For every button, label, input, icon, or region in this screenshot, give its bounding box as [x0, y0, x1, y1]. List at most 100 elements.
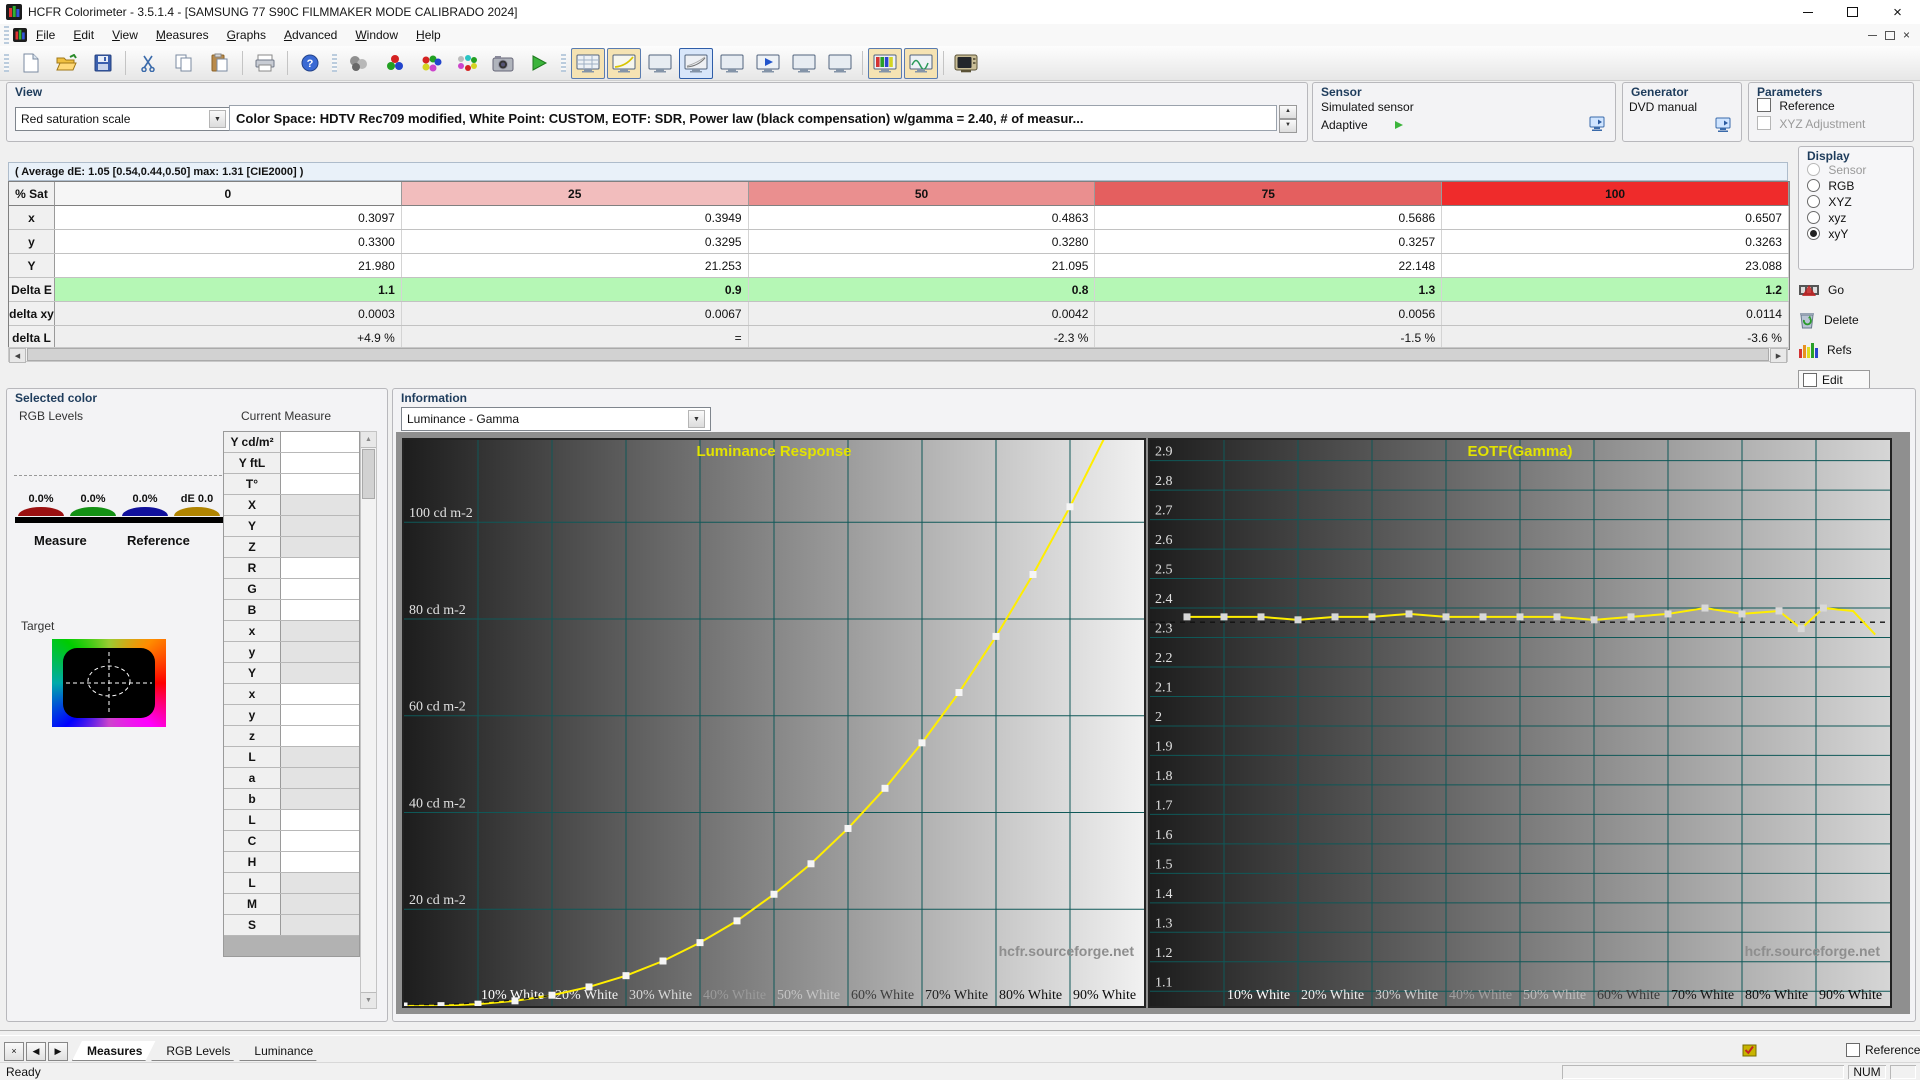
tab[interactable]: Measures: [72, 1041, 157, 1061]
next-tab-icon[interactable]: ▶: [48, 1041, 68, 1061]
menu-item[interactable]: Edit: [64, 25, 103, 45]
display-option[interactable]: xyz: [1807, 211, 1866, 227]
menu-item[interactable]: Window: [346, 25, 407, 45]
measure-row-value[interactable]: [281, 768, 359, 788]
measure-row-value[interactable]: [281, 600, 359, 620]
table-cell[interactable]: 1.3: [1095, 278, 1443, 301]
table-cell[interactable]: 0.3280: [749, 230, 1096, 253]
measure-row-value[interactable]: [281, 453, 359, 473]
table-cell[interactable]: -3.6 %: [1442, 326, 1789, 349]
minimize-button[interactable]: [1785, 0, 1830, 24]
column-header[interactable]: 0: [55, 182, 402, 206]
measure-row-value[interactable]: [281, 495, 359, 515]
view-tracking-button[interactable]: [787, 48, 821, 79]
toolbar-gripper[interactable]: [4, 54, 9, 72]
paste-button[interactable]: [203, 48, 237, 79]
spinner-down-icon[interactable]: ▼: [1279, 119, 1297, 133]
table-cell[interactable]: 0.0067: [402, 302, 749, 325]
toolbar-gripper[interactable]: [561, 54, 566, 72]
radio-icon[interactable]: [1807, 227, 1820, 240]
refs-button[interactable]: Refs: [1798, 336, 1910, 363]
view-measures-grid-button[interactable]: [571, 47, 605, 79]
parameter-option[interactable]: Reference: [1757, 98, 1865, 116]
toolbar-gripper[interactable]: [4, 26, 9, 44]
table-cell[interactable]: 23.088: [1442, 254, 1789, 277]
delete-button[interactable]: Delete: [1798, 306, 1910, 333]
tray-icon[interactable]: [1742, 1042, 1758, 1058]
sensor-config-icon[interactable]: [1589, 116, 1607, 132]
table-cell[interactable]: 0.6507: [1442, 206, 1789, 229]
display-option[interactable]: xyY: [1807, 227, 1866, 243]
copy-button[interactable]: [167, 48, 201, 79]
display-option[interactable]: RGB: [1807, 179, 1866, 195]
table-cell[interactable]: 0.0003: [55, 302, 402, 325]
table-cell[interactable]: 21.095: [749, 254, 1096, 277]
measure-row-value[interactable]: [281, 852, 359, 872]
view-player-button[interactable]: [751, 48, 785, 79]
primaries-measures-button[interactable]: [414, 48, 448, 79]
reference-checkbox-icon[interactable]: [1846, 1043, 1860, 1057]
measure-row-value[interactable]: [281, 789, 359, 809]
measure-row-value[interactable]: [281, 705, 359, 725]
table-cell[interactable]: 21.253: [402, 254, 749, 277]
print-button[interactable]: [248, 48, 282, 79]
table-cell[interactable]: 0.3097: [55, 206, 402, 229]
mdi-restore-button[interactable]: [1884, 30, 1895, 40]
measure-row-value[interactable]: [281, 726, 359, 746]
table-cell[interactable]: +4.9 %: [55, 326, 402, 349]
generator-config-icon[interactable]: [1715, 117, 1733, 133]
view-crt-pattern-button[interactable]: [949, 48, 983, 79]
open-file-button[interactable]: [50, 48, 84, 79]
all-measures-button[interactable]: [450, 48, 484, 79]
go-button[interactable]: Go: [1798, 276, 1910, 303]
toolbar-gripper[interactable]: [332, 54, 337, 72]
measure-row-value[interactable]: [281, 873, 359, 893]
table-cell[interactable]: 0.0114: [1442, 302, 1789, 325]
graph-type-select[interactable]: Luminance - Gamma ▼: [401, 407, 711, 431]
run-meas-button[interactable]: [522, 48, 556, 79]
measure-row-value[interactable]: [281, 579, 359, 599]
maximize-button[interactable]: [1830, 0, 1875, 24]
measure-row-value[interactable]: [281, 432, 359, 452]
menu-item[interactable]: Graphs: [218, 25, 275, 45]
menu-item[interactable]: View: [103, 25, 147, 45]
view-histogram-button[interactable]: [823, 48, 857, 79]
measure-row-value[interactable]: [281, 915, 359, 935]
table-cell[interactable]: =: [402, 326, 749, 349]
measure-row-value[interactable]: [281, 642, 359, 662]
save-button[interactable]: [86, 48, 120, 79]
view-info-field[interactable]: Color Space: HDTV Rec709 modified, White…: [229, 105, 1277, 131]
tab[interactable]: RGB Levels: [151, 1041, 245, 1061]
view-gamut-button[interactable]: [643, 48, 677, 79]
column-header[interactable]: 25: [401, 182, 749, 206]
capture-image-button[interactable]: [486, 48, 520, 79]
table-cell[interactable]: 22.148: [1095, 254, 1443, 277]
table-cell[interactable]: 0.8: [749, 278, 1096, 301]
table-cell[interactable]: -2.3 %: [749, 326, 1096, 349]
measure-row-value[interactable]: [281, 621, 359, 641]
view-color-bars-button[interactable]: [868, 47, 902, 79]
mdi-close-button[interactable]: ×: [1903, 28, 1910, 42]
measure-row-value[interactable]: [281, 810, 359, 830]
view-rgb-curves-button[interactable]: [679, 47, 713, 79]
measure-row-value[interactable]: [281, 474, 359, 494]
scroll-down-icon[interactable]: ▼: [361, 992, 376, 1008]
table-cell[interactable]: 0.0056: [1095, 302, 1443, 325]
measure-row-value[interactable]: [281, 684, 359, 704]
measure-row-value[interactable]: [281, 537, 359, 557]
spinner-up-icon[interactable]: ▲: [1279, 105, 1297, 119]
column-header[interactable]: 100: [1442, 182, 1789, 206]
splitter[interactable]: [0, 1030, 1920, 1036]
reference-toggle[interactable]: Reference: [1846, 1043, 1920, 1057]
new-document-button[interactable]: [14, 48, 48, 79]
table-horizontal-scrollbar[interactable]: ◀ ▶: [8, 347, 1788, 363]
checkbox-icon[interactable]: [1757, 116, 1771, 130]
mdi-minimize-button[interactable]: [1867, 34, 1877, 36]
radio-icon[interactable]: [1807, 211, 1820, 224]
scrollbar-thumb[interactable]: [27, 348, 1769, 361]
view-preset-select[interactable]: Red saturation scale ▼: [15, 107, 232, 131]
table-cell[interactable]: 0.0042: [749, 302, 1096, 325]
menu-item[interactable]: File: [27, 25, 64, 45]
tab[interactable]: Luminance: [239, 1041, 328, 1061]
menu-item[interactable]: Advanced: [275, 25, 346, 45]
